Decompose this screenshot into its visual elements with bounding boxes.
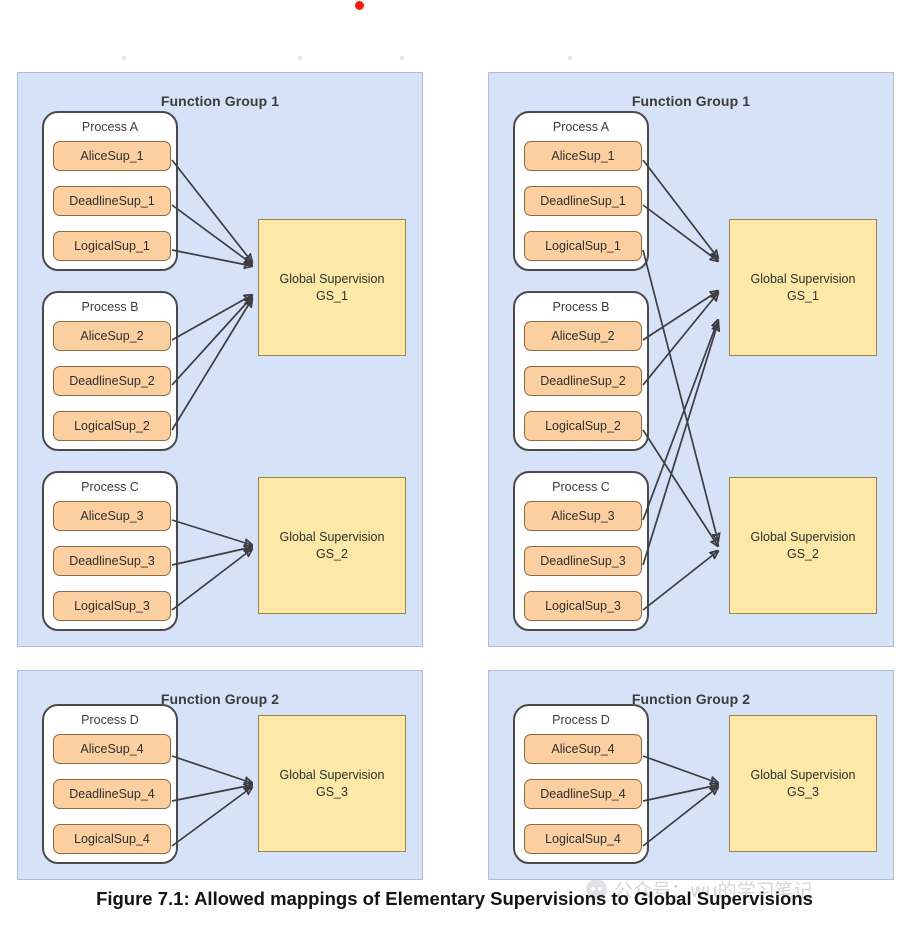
process-box-d: Process D AliceSup_4 DeadlineSup_4 Logic… [513,704,649,864]
function-group-panel-right-bottom: Function Group 2 Process D AliceSup_4 De… [488,670,894,880]
supervision-chip-deadlinesup-4: DeadlineSup_4 [524,779,642,809]
supervision-chip-logicalsup-3: LogicalSup_3 [524,591,642,621]
supervision-chip-logicalsup-4: LogicalSup_4 [524,824,642,854]
process-box-d: Process D AliceSup_4 DeadlineSup_4 Logic… [42,704,178,864]
supervision-chip-logicalsup-4: LogicalSup_4 [53,824,171,854]
process-box-a: Process A AliceSup_1 DeadlineSup_1 Logic… [513,111,649,271]
process-box-a: Process A AliceSup_1 DeadlineSup_1 Logic… [42,111,178,271]
process-title-d: Process D [81,713,139,727]
supervision-chip-logicalsup-2: LogicalSup_2 [53,411,171,441]
process-box-c: Process C AliceSup_3 DeadlineSup_3 Logic… [42,471,178,631]
global-supervision-box-gs-3: Global Supervision GS_3 [258,715,406,852]
process-title-c: Process C [81,480,139,494]
supervision-chip-deadlinesup-4: DeadlineSup_4 [53,779,171,809]
process-title-a: Process A [81,120,139,134]
process-box-b: Process B AliceSup_2 DeadlineSup_2 Logic… [513,291,649,451]
supervision-chip-deadlinesup-1: DeadlineSup_1 [53,186,171,216]
function-group-title: Function Group 1 [631,93,751,109]
function-group-panel-left-top: Function Group 1 Process A AliceSup_1 De… [17,72,423,647]
faint-tick-right [400,56,404,60]
figure-caption: Figure 7.1: Allowed mappings of Elementa… [96,888,813,909]
supervision-chip-logicalsup-1: LogicalSup_1 [53,231,171,261]
faint-tick-far-right [568,56,572,60]
function-group-panel-right-top: Function Group 1 Process A AliceSup_1 De… [488,72,894,647]
supervision-chip-deadlinesup-3: DeadlineSup_3 [524,546,642,576]
supervision-chip-alicesup-3: AliceSup_3 [524,501,642,531]
global-supervision-box-gs-3: Global Supervision GS_3 [729,715,877,852]
global-supervision-box-gs-2: Global Supervision GS_2 [258,477,406,614]
red-dot-marker [355,1,364,10]
supervision-chip-deadlinesup-2: DeadlineSup_2 [524,366,642,396]
supervision-chip-alicesup-2: AliceSup_2 [53,321,171,351]
supervision-chip-deadlinesup-1: DeadlineSup_1 [524,186,642,216]
supervision-chip-alicesup-4: AliceSup_4 [53,734,171,764]
supervision-chip-alicesup-3: AliceSup_3 [53,501,171,531]
supervision-chip-alicesup-1: AliceSup_1 [53,141,171,171]
supervision-chip-alicesup-1: AliceSup_1 [524,141,642,171]
supervision-chip-deadlinesup-2: DeadlineSup_2 [53,366,171,396]
supervision-chip-logicalsup-3: LogicalSup_3 [53,591,171,621]
supervision-chip-logicalsup-2: LogicalSup_2 [524,411,642,441]
supervision-chip-alicesup-4: AliceSup_4 [524,734,642,764]
global-supervision-box-gs-2: Global Supervision GS_2 [729,477,877,614]
faint-tick-left [122,56,126,60]
process-title-b: Process B [81,300,139,314]
process-title-a: Process A [552,120,610,134]
supervision-chip-deadlinesup-3: DeadlineSup_3 [53,546,171,576]
process-title-c: Process C [552,480,610,494]
process-box-c: Process C AliceSup_3 DeadlineSup_3 Logic… [513,471,649,631]
faint-tick-mid [298,56,302,60]
global-supervision-box-gs-1: Global Supervision GS_1 [729,219,877,356]
function-group-panel-left-bottom: Function Group 2 Process D AliceSup_4 De… [17,670,423,880]
figure-canvas: Function Group 1 Process A AliceSup_1 De… [0,0,909,928]
process-box-b: Process B AliceSup_2 DeadlineSup_2 Logic… [42,291,178,451]
global-supervision-box-gs-1: Global Supervision GS_1 [258,219,406,356]
supervision-chip-alicesup-2: AliceSup_2 [524,321,642,351]
process-title-d: Process D [552,713,610,727]
supervision-chip-logicalsup-1: LogicalSup_1 [524,231,642,261]
function-group-title: Function Group 1 [160,93,280,109]
process-title-b: Process B [552,300,610,314]
